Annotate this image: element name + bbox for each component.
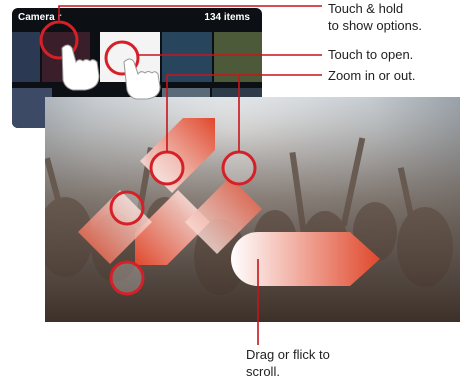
zoom-touch-upper-right [221, 150, 257, 186]
callout-drag: Drag or flick to scroll. [246, 346, 330, 380]
callout-touch-hold-line1: Touch & hold [328, 1, 404, 16]
hand-icon [61, 44, 100, 91]
callout-touch-open-text: Touch to open. [328, 47, 414, 62]
zoom-touch-lower-left [109, 190, 145, 226]
hand-icon [123, 58, 161, 100]
callout-line-hold [58, 5, 322, 22]
scroll-arrow [231, 232, 380, 286]
callout-zoom: Zoom in or out. [328, 67, 415, 84]
callout-zoom-text: Zoom in or out. [328, 68, 416, 83]
zoom-touch-upper-left [149, 150, 185, 186]
zoom-touch-lower [109, 260, 145, 296]
callout-drag-line2: scroll. [246, 364, 280, 379]
callout-touch-hold-line2: to show options. [328, 18, 422, 33]
callout-touch-open: Touch to open. [328, 46, 413, 63]
callout-touch-hold: Touch & hold to show options. [328, 0, 422, 34]
callout-drag-line1: Drag or flick to [246, 347, 330, 362]
